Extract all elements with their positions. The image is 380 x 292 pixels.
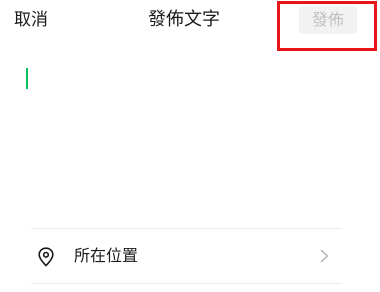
- text-input-area[interactable]: [14, 56, 366, 216]
- location-pin-icon: [38, 247, 54, 267]
- location-row[interactable]: 所在位置: [31, 229, 341, 283]
- location-label: 所在位置: [74, 246, 139, 265]
- publish-text-screen: 取消 發佈文字 發佈 所在位置: [0, 0, 380, 292]
- text-cursor: [26, 68, 28, 89]
- publish-button-highlight: [277, 1, 377, 51]
- divider-bottom: [31, 283, 341, 284]
- chevron-right-icon: [320, 249, 329, 263]
